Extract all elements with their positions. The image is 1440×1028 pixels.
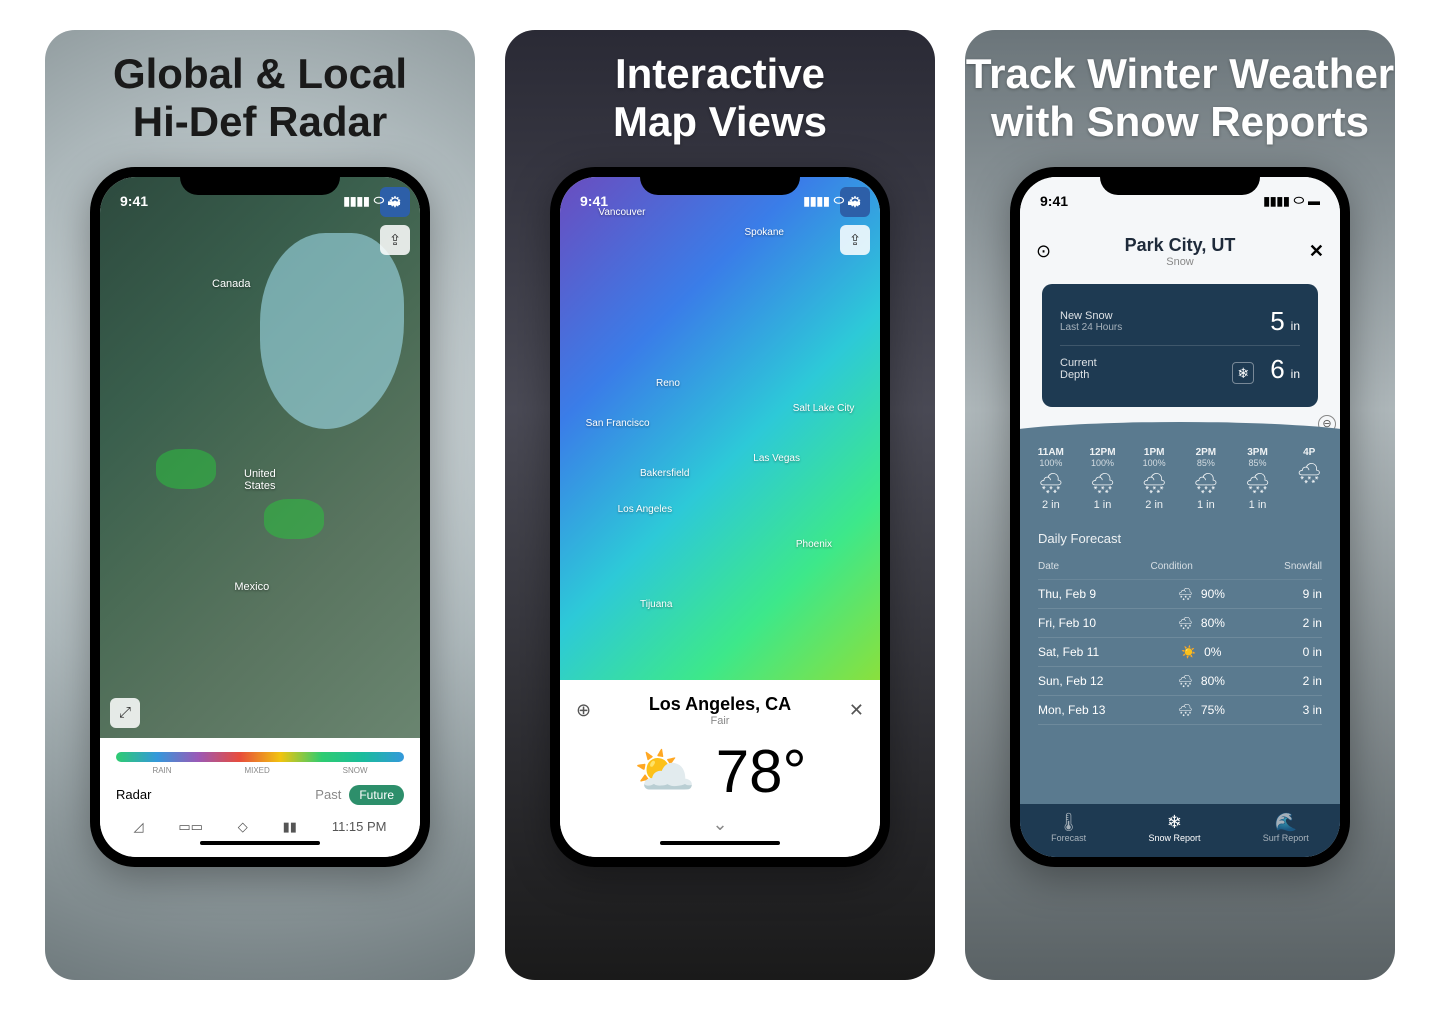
hourly-item: 11AM100%🌨2 in: [1028, 447, 1074, 511]
map-label: Salt Lake City: [793, 403, 855, 414]
condition-icon: 🌨: [1178, 703, 1193, 717]
condition-icon: 🌨: [1178, 674, 1193, 688]
snowflake-icon: ❄: [1148, 812, 1200, 833]
screenshot-title: Track Winter Weatherwith Snow Reports: [966, 50, 1394, 147]
status-icons: ▮▮▮▮⬭▬: [1263, 193, 1320, 208]
status-time: 9:41: [1040, 193, 1068, 209]
radar-bottom-panel: RAINMIXEDSNOW Radar Past Future ◿ ▭▭ ◇ ▮…: [100, 738, 420, 857]
radar-future-toggle[interactable]: Future: [349, 785, 404, 805]
tab-surf-report[interactable]: 🌊Surf Report: [1263, 812, 1309, 843]
radar-label: Radar: [116, 787, 151, 802]
snow-summary-card: New SnowLast 24 Hours 5in Current Depth …: [1042, 284, 1318, 407]
daily-row: Mon, Feb 13🌨75%3 in: [1038, 696, 1322, 725]
daily-row: Sun, Feb 12🌨80%2 in: [1038, 667, 1322, 696]
hourly-item: 1PM100%🌨2 in: [1131, 447, 1177, 511]
condition-icon: 🌨: [1178, 587, 1193, 601]
screenshot-radar: Global & LocalHi-Def Radar 9:41 ▮▮▮▮ ⬭ ▬ C…: [45, 30, 475, 980]
new-snow-label: New SnowLast 24 Hours: [1060, 310, 1122, 333]
locate-button[interactable]: ⊙: [1036, 241, 1051, 262]
status-time: 9:41: [580, 193, 608, 209]
tab-forecast[interactable]: 🌡Forecast: [1051, 812, 1086, 843]
interactive-map[interactable]: Vancouver Spokane Reno San Francisco Sal…: [560, 177, 880, 680]
layers-button[interactable]: ▭▭: [178, 819, 203, 835]
hourly-item: 3PM85%🌨1 in: [1235, 447, 1281, 511]
radar-timeline-row: Radar Past Future: [116, 785, 404, 805]
close-button[interactable]: ✕: [1309, 241, 1324, 262]
map-label: Spokane: [745, 227, 784, 238]
status-icons: ▮▮▮▮ ⬭ ▬: [343, 193, 400, 208]
home-indicator[interactable]: [660, 841, 780, 845]
temperature-value: 78°: [716, 737, 807, 806]
daily-row: Sat, Feb 11☀️0%0 in: [1038, 638, 1322, 667]
map-label: Los Angeles: [618, 504, 673, 515]
depth-label: Current Depth: [1060, 357, 1097, 381]
screenshot-snow: Track Winter Weatherwith Snow Reports 9:…: [965, 30, 1395, 980]
daily-header-row: Date Condition Snowfall: [1038, 554, 1322, 580]
expand-button[interactable]: ⊖: [1318, 415, 1336, 433]
map-label: Tijuana: [640, 599, 672, 610]
screenshot-title: InteractiveMap Views: [613, 50, 827, 147]
chevron-down-icon[interactable]: ⌄: [576, 814, 864, 835]
close-button[interactable]: ✕: [840, 700, 864, 721]
view-button[interactable]: ◇: [238, 819, 248, 835]
location-title: Park City, UT Snow: [1051, 235, 1309, 268]
location-title: Los Angeles, CA Fair: [600, 694, 840, 727]
radar-spectrum: [116, 752, 404, 762]
map-expand-button[interactable]: ⤢: [110, 698, 140, 728]
daily-title: Daily Forecast: [1038, 531, 1322, 546]
snow-report-screen: ⊙ Park City, UT Snow ✕ New SnowLast 24 H…: [1020, 217, 1340, 857]
bottom-tabbar: 🌡Forecast ❄Snow Report 🌊Surf Report: [1020, 804, 1340, 857]
wifi-icon: ⬭: [374, 193, 384, 208]
phone-frame: 9:41 ▮▮▮▮⬭▬ Vancouver Spokane Reno San F…: [550, 167, 890, 867]
phone-frame: 9:41 ▮▮▮▮ ⬭ ▬ Canada United States Mexico …: [90, 167, 430, 867]
bottom-toolbar: ◿ ▭▭ ◇ ▮▮ 11:15 PM: [116, 819, 404, 835]
status-time: 9:41: [120, 193, 148, 209]
map-share-button[interactable]: ⇪: [840, 225, 870, 255]
status-icons: ▮▮▮▮⬭▬: [803, 193, 860, 208]
depth-value: ❄6in: [1232, 354, 1300, 385]
radar-map[interactable]: Canada United States Mexico ⚙ ⇪ ⤢: [100, 177, 420, 738]
radar-past-toggle[interactable]: Past: [315, 787, 341, 802]
condition-icon: ☀️: [1181, 645, 1196, 659]
map-label: San Francisco: [586, 418, 650, 429]
phone-notch: [640, 167, 800, 195]
hourly-item: 2PM85%🌨1 in: [1183, 447, 1229, 511]
daily-row: Thu, Feb 9🌨90%9 in: [1038, 580, 1322, 609]
tab-snow-report[interactable]: ❄Snow Report: [1148, 812, 1200, 843]
hourly-item: 12PM100%🌨1 in: [1080, 447, 1126, 511]
daily-row: Fri, Feb 10🌨80%2 in: [1038, 609, 1322, 638]
phone-notch: [180, 167, 340, 195]
condition-icon: 🌨: [1178, 616, 1193, 630]
map-label: Phoenix: [796, 539, 832, 550]
hourly-forecast[interactable]: 11AM100%🌨2 in12PM100%🌨1 in1PM100%🌨2 in2P…: [1020, 437, 1340, 521]
daily-forecast-section: Daily Forecast Date Condition Snowfall T…: [1020, 521, 1340, 804]
hourly-item: 4P🌨: [1286, 447, 1332, 511]
map-label: Bakersfield: [640, 468, 689, 479]
time-label: 11:15 PM: [332, 819, 387, 834]
new-snow-value: 5in: [1270, 306, 1300, 337]
screenshot-title: Global & LocalHi-Def Radar: [113, 50, 407, 147]
thermometer-icon: 🌡: [1051, 812, 1086, 833]
map-label: Las Vegas: [753, 453, 800, 464]
locate-button[interactable]: ◿: [133, 819, 143, 835]
pause-button[interactable]: ▮▮: [283, 819, 297, 835]
home-indicator[interactable]: [200, 841, 320, 845]
map-label: Reno: [656, 378, 680, 389]
spectrum-labels: RAINMIXEDSNOW: [116, 766, 404, 775]
map-share-button[interactable]: ⇪: [380, 225, 410, 255]
battery-icon: ▬: [388, 194, 400, 208]
snowflake-icon: ❄: [1232, 362, 1254, 384]
phone-notch: [1100, 167, 1260, 195]
wave-icon: 🌊: [1263, 812, 1309, 833]
divider-wave: ⊖: [1030, 407, 1330, 437]
phone-frame: 9:41 ▮▮▮▮⬭▬ ⊙ Park City, UT Snow ✕: [1010, 167, 1350, 867]
radar-overlay: [132, 373, 372, 625]
weather-icon: ⛅: [634, 742, 696, 801]
location-panel: ⊕ Los Angeles, CA Fair ✕ ⛅ 78° ⌄: [560, 680, 880, 857]
map-label-canada: Canada: [212, 278, 251, 290]
add-location-button[interactable]: ⊕: [576, 700, 600, 721]
signal-icon: ▮▮▮▮: [343, 194, 369, 208]
screenshot-mapviews: InteractiveMap Views 9:41 ▮▮▮▮⬭▬ Vancouv…: [505, 30, 935, 980]
